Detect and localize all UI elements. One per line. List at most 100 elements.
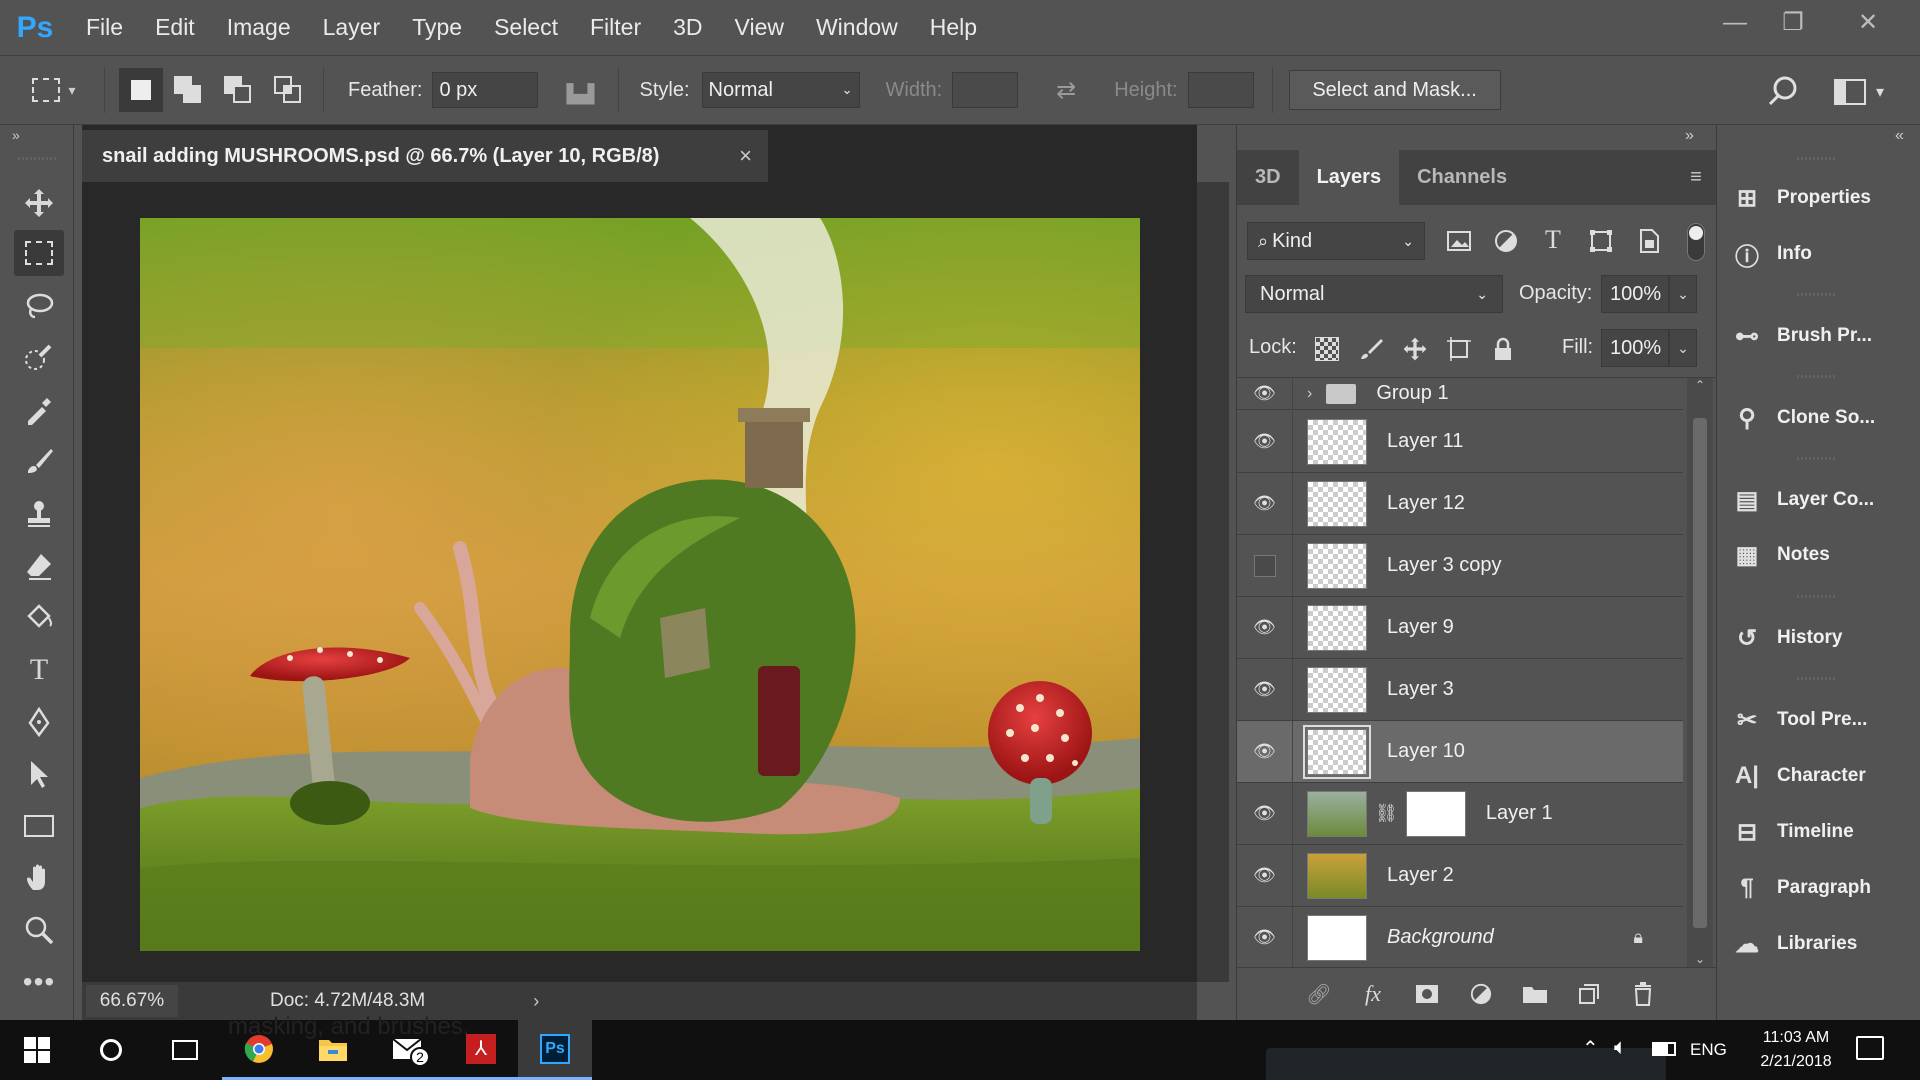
filter-type-icon[interactable]: T — [1539, 225, 1567, 255]
eraser-tool-icon[interactable] — [14, 543, 64, 589]
tab-channels[interactable]: Channels — [1399, 150, 1525, 205]
pen-tool-icon[interactable] — [14, 699, 64, 745]
anti-alias-icon[interactable]: ▙▟ — [560, 75, 600, 105]
menu-file[interactable]: File — [70, 0, 139, 55]
style-dropdown[interactable]: Normal ⌄ — [701, 72, 860, 108]
layer-row[interactable]: 👁 Layer 12 — [1237, 473, 1683, 535]
menu-3d[interactable]: 3D — [657, 0, 718, 55]
tab-layers[interactable]: Layers — [1298, 150, 1400, 205]
dock-paragraph[interactable]: ¶ Paragraph — [1717, 863, 1920, 913]
filter-shape-icon[interactable] — [1587, 227, 1615, 255]
menu-filter[interactable]: Filter — [574, 0, 657, 55]
clock[interactable]: 11:03 AM 2/21/2018 — [1744, 1026, 1848, 1074]
visibility-eye-icon[interactable]: 👁 — [1237, 721, 1293, 782]
volume-icon[interactable]: 🔈︎ — [1614, 1034, 1627, 1060]
menu-window[interactable]: Window — [800, 0, 914, 55]
width-input[interactable] — [952, 72, 1019, 108]
opacity-input[interactable]: 100% — [1601, 275, 1669, 313]
dock-history[interactable]: ↺ History — [1717, 613, 1920, 663]
marquee-preset-button[interactable]: ▾ — [14, 65, 94, 115]
clone-stamp-tool-icon[interactable] — [14, 491, 64, 537]
close-document-button[interactable]: × — [739, 143, 752, 169]
panel-grip[interactable] — [1797, 375, 1837, 378]
scroll-thumb[interactable] — [1693, 418, 1707, 928]
panel-grip[interactable] — [1797, 677, 1837, 680]
opacity-dropdown-button[interactable]: ⌄ — [1669, 275, 1697, 313]
layer-row[interactable]: 👁 Layer 9 — [1237, 597, 1683, 659]
link-layers-icon[interactable]: 🔗︎ — [1303, 982, 1335, 1007]
filter-smart-object-icon[interactable] — [1635, 227, 1663, 255]
menu-help[interactable]: Help — [914, 0, 993, 55]
panel-grip[interactable] — [1797, 595, 1837, 598]
lock-transparent-icon[interactable] — [1315, 337, 1339, 361]
dock-brush-presets[interactable]: ⊷ Brush Pr... — [1717, 311, 1920, 361]
eyedropper-tool-icon[interactable] — [14, 387, 64, 433]
fx-icon[interactable]: fx — [1357, 981, 1389, 1007]
document-tab[interactable]: snail adding MUSHROOMS.psd @ 66.7% (Laye… — [82, 130, 768, 182]
document-canvas[interactable] — [140, 218, 1140, 951]
menu-view[interactable]: View — [719, 0, 800, 55]
battery-icon[interactable] — [1652, 1042, 1676, 1056]
add-mask-icon[interactable] — [1411, 984, 1443, 1004]
layer-row[interactable]: 👁 Layer 11 — [1237, 411, 1683, 473]
marquee-tool-icon[interactable] — [14, 230, 64, 276]
photoshop-taskbar-button[interactable]: Ps — [518, 1020, 592, 1080]
layer-row[interactable]: 👁 ⛓ Layer 1 — [1237, 783, 1683, 845]
restore-button[interactable]: ❐ — [1764, 0, 1822, 45]
panel-grip[interactable] — [18, 157, 58, 160]
new-layer-icon[interactable] — [1573, 983, 1605, 1005]
scroll-down-icon[interactable]: ⌄ — [1687, 952, 1713, 966]
minimize-button[interactable]: — — [1706, 0, 1764, 45]
lock-all-icon[interactable] — [1489, 335, 1517, 363]
visibility-toggle-empty[interactable] — [1237, 535, 1293, 596]
move-tool-icon[interactable] — [14, 180, 64, 226]
paint-bucket-tool-icon[interactable] — [14, 595, 64, 641]
layer-row[interactable]: 👁 Layer 3 — [1237, 659, 1683, 721]
path-selection-tool-icon[interactable] — [14, 751, 64, 797]
task-view-button[interactable] — [148, 1020, 222, 1080]
type-tool-icon[interactable]: T — [14, 647, 64, 693]
lock-image-icon[interactable] — [1357, 335, 1385, 363]
visibility-eye-icon[interactable]: 👁 — [1237, 907, 1293, 967]
dock-info[interactable]: ⓘ Info — [1717, 229, 1920, 279]
menu-select[interactable]: Select — [478, 0, 574, 55]
dock-character[interactable]: A| Character — [1717, 751, 1920, 801]
feather-input[interactable]: 0 px — [432, 72, 539, 108]
menu-image[interactable]: Image — [211, 0, 307, 55]
subtract-selection-button[interactable] — [213, 68, 263, 112]
layer-row-selected[interactable]: 👁 Layer 10 — [1237, 721, 1683, 783]
collapse-panel-icon[interactable]: » — [1685, 127, 1694, 145]
show-hidden-icons[interactable]: ⌃ — [1582, 1036, 1599, 1061]
action-center-icon[interactable] — [1856, 1036, 1884, 1060]
adjustment-layer-icon[interactable] — [1465, 983, 1497, 1005]
filter-pixel-icon[interactable] — [1445, 227, 1473, 255]
menu-layer[interactable]: Layer — [307, 0, 397, 55]
vertical-scrollbar[interactable] — [1197, 182, 1229, 982]
panel-grip[interactable] — [1797, 457, 1837, 460]
panel-grip[interactable] — [1797, 157, 1837, 160]
visibility-eye-icon[interactable]: 👁 — [1237, 783, 1293, 844]
lasso-tool-icon[interactable] — [14, 283, 64, 329]
layer-row[interactable]: 👁 Background 🔒︎ — [1237, 907, 1683, 967]
more-tools-icon[interactable]: ••• — [14, 959, 64, 1005]
visibility-eye-icon[interactable]: 👁 — [1237, 378, 1293, 409]
dock-clone-source[interactable]: ⚲ Clone So... — [1717, 393, 1920, 443]
lock-position-icon[interactable] — [1401, 335, 1429, 363]
brush-tool-icon[interactable] — [14, 439, 64, 485]
zoom-level-field[interactable]: 66.67% — [86, 985, 178, 1017]
fill-input[interactable]: 100% — [1601, 329, 1669, 367]
menu-type[interactable]: Type — [396, 0, 478, 55]
panel-menu-icon[interactable]: ≡ — [1676, 150, 1716, 205]
blend-mode-dropdown[interactable]: Normal ⌄ — [1245, 275, 1503, 313]
hand-tool-icon[interactable] — [14, 855, 64, 901]
language-indicator[interactable]: ENG — [1690, 1040, 1727, 1060]
fill-dropdown-button[interactable]: ⌄ — [1669, 329, 1697, 367]
layers-scrollbar[interactable]: ⌃ ⌄ — [1687, 378, 1713, 967]
dock-timeline[interactable]: ⊟ Timeline — [1717, 807, 1920, 857]
visibility-eye-icon[interactable]: 👁 — [1237, 411, 1293, 472]
search-icon[interactable] — [1764, 71, 1804, 111]
collapse-tools-icon[interactable]: » — [12, 127, 20, 143]
mask-link-icon[interactable]: ⛓ — [1375, 803, 1398, 824]
visibility-eye-icon[interactable]: 👁 — [1237, 659, 1293, 720]
layer-row[interactable]: Layer 3 copy — [1237, 535, 1683, 597]
